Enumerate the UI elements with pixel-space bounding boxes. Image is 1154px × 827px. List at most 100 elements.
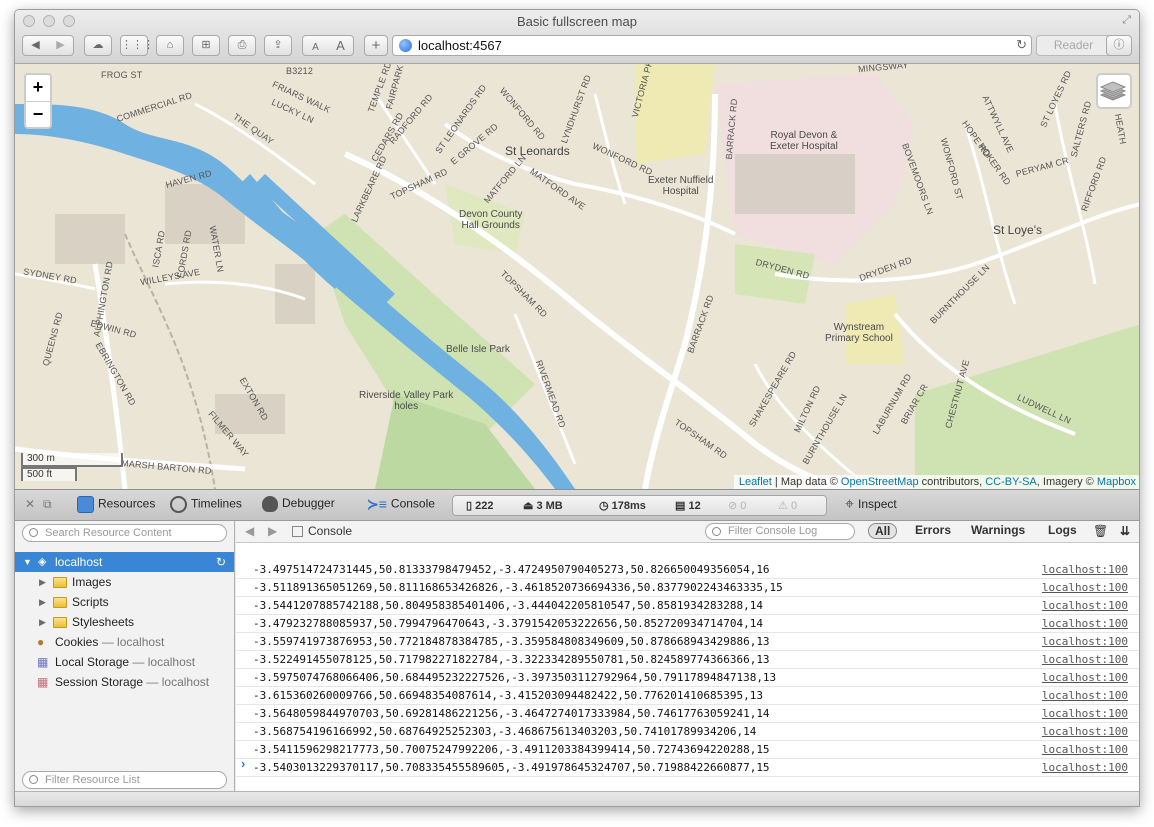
document-icon: ◈ bbox=[38, 556, 47, 568]
tab-resources[interactable]: Resources bbox=[77, 496, 155, 513]
leaflet-link[interactable]: Leaflet bbox=[739, 476, 772, 488]
home-button[interactable]: ⌂ bbox=[156, 35, 184, 56]
search-placeholder: Search Resource Content bbox=[45, 527, 172, 539]
back-icon[interactable]: ◀ bbox=[23, 36, 48, 55]
forward-icon[interactable]: ▶ bbox=[48, 36, 73, 55]
filter-logs-button[interactable]: Logs bbox=[1048, 523, 1077, 537]
log-source-link[interactable]: localhost:100 bbox=[1042, 705, 1128, 722]
layers-icon bbox=[1099, 81, 1127, 101]
tree-item-session-storage[interactable]: ▦ Session Storage — localhost bbox=[15, 672, 234, 692]
tree-item-label: Cookies bbox=[55, 635, 99, 649]
share-button[interactable]: ⇪ bbox=[264, 35, 292, 56]
reload-icon[interactable]: ↻ bbox=[1016, 37, 1027, 53]
document-icon: ▯ bbox=[466, 500, 473, 512]
place-label: St Leonards bbox=[505, 144, 570, 158]
osm-link[interactable]: OpenStreetMap bbox=[841, 476, 919, 488]
fullscreen-icon[interactable]: ⤢ bbox=[1122, 14, 1131, 27]
log-source-link[interactable]: localhost:100 bbox=[1042, 723, 1128, 740]
poi-label: Devon County Hall Grounds bbox=[459, 209, 523, 231]
reader-button[interactable]: Reader bbox=[1036, 35, 1111, 56]
scroll-down-icon[interactable]: ⇊ bbox=[1120, 524, 1130, 538]
log-source-link[interactable]: localhost:100 bbox=[1042, 669, 1128, 686]
tab-console[interactable]: ≻≡ Console bbox=[367, 496, 435, 513]
tab-debugger[interactable]: Debugger bbox=[262, 496, 335, 512]
road-label: FROG ST bbox=[101, 70, 143, 80]
license-link[interactable]: CC-BY-SA bbox=[985, 476, 1037, 488]
filter-placeholder: Filter Resource List bbox=[45, 774, 140, 786]
reload-icon[interactable]: ↻ bbox=[216, 552, 226, 572]
search-resource-input[interactable]: Search Resource Content bbox=[22, 524, 227, 542]
console-prompt[interactable]: › bbox=[241, 756, 245, 771]
log-source-link[interactable]: localhost:100 bbox=[1042, 759, 1128, 776]
log-source-link[interactable]: localhost:100 bbox=[1042, 579, 1128, 596]
disclosure-closed-icon[interactable]: ▶ bbox=[39, 572, 46, 592]
message-icon: ▤ bbox=[675, 500, 686, 512]
filter-warnings-button[interactable]: Warnings bbox=[971, 523, 1025, 537]
error-icon: ⊘ bbox=[728, 500, 738, 512]
log-message: -3.5411596298217773,50.70075247992206,-3… bbox=[253, 743, 770, 756]
database-icon: ▦ bbox=[37, 675, 49, 689]
globe-icon bbox=[399, 39, 412, 52]
mapbox-link[interactable]: Mapbox bbox=[1097, 476, 1136, 488]
top-sites-button[interactable]: ⋮⋮⋮ bbox=[120, 35, 154, 56]
tree-item-stylesheets[interactable]: ▶ Stylesheets bbox=[15, 612, 234, 632]
downloads-button[interactable]: ⓘ bbox=[1106, 35, 1132, 56]
zoom-in-button[interactable]: + bbox=[26, 75, 50, 101]
tab-timelines[interactable]: Timelines bbox=[170, 496, 242, 513]
log-source-link[interactable]: localhost:100 bbox=[1042, 633, 1128, 650]
tree-item-scripts[interactable]: ▶ Scripts bbox=[15, 592, 234, 612]
dashboard[interactable]: ▯ 222 ⏏ 3 MB ◷ 178ms ▤ 12 ⊘ 0 ⚠ 0 bbox=[452, 495, 827, 516]
console-panel: ◀ ▶ Console Filter Console Log All Error… bbox=[236, 521, 1139, 791]
tab-label: Resources bbox=[98, 496, 156, 511]
tree-item-images[interactable]: ▶ Images bbox=[15, 572, 234, 592]
add-bookmark-button[interactable]: ⊞ bbox=[192, 35, 220, 56]
tree-item-localhost[interactable]: ▼ ◈ localhost ↻ bbox=[15, 552, 234, 572]
filter-errors-button[interactable]: Errors bbox=[915, 523, 951, 537]
disclosure-closed-icon[interactable]: ▶ bbox=[39, 592, 46, 612]
console-log-row: -3.559741973876953,50.772184878384785,-3… bbox=[236, 633, 1139, 651]
resources-icon bbox=[77, 496, 94, 513]
clock-icon: ◷ bbox=[599, 500, 609, 512]
share-icon: ⇪ bbox=[273, 39, 283, 51]
log-source-link[interactable]: localhost:100 bbox=[1042, 561, 1128, 578]
filter-icon bbox=[29, 775, 38, 784]
filter-all-button[interactable]: All bbox=[868, 523, 898, 539]
log-message: -3.511891365051269,50.811168653426826,-3… bbox=[253, 581, 783, 594]
zoom-control: + − bbox=[24, 73, 52, 129]
forward-icon[interactable]: ▶ bbox=[268, 524, 277, 538]
console-log-row: -3.5648059844970703,50.69281486221256,-3… bbox=[236, 705, 1139, 723]
back-forward-buttons[interactable]: ◀ ▶ bbox=[22, 35, 74, 56]
log-source-link[interactable]: localhost:100 bbox=[1042, 741, 1128, 758]
zoom-out-button[interactable]: − bbox=[26, 101, 50, 127]
layers-control[interactable] bbox=[1096, 73, 1132, 109]
print-button[interactable]: ⎙ bbox=[228, 35, 256, 56]
dock-icon[interactable]: ⧉ bbox=[43, 497, 52, 512]
filter-resource-input[interactable]: Filter Resource List bbox=[22, 771, 227, 789]
text-smaller-button[interactable]: A bbox=[303, 38, 328, 57]
text-size-buttons[interactable]: AA bbox=[302, 35, 354, 56]
filter-console-input[interactable]: Filter Console Log bbox=[705, 523, 855, 540]
bookmark-add-icon: ⊞ bbox=[201, 39, 211, 51]
icloud-tabs-button[interactable]: ☁ bbox=[84, 35, 112, 56]
tree-item-local-storage[interactable]: ▦ Local Storage — localhost bbox=[15, 652, 234, 672]
text-larger-button[interactable]: A bbox=[328, 36, 353, 55]
log-source-link[interactable]: localhost:100 bbox=[1042, 615, 1128, 632]
window-title: Basic fullscreen map bbox=[517, 14, 637, 29]
disclosure-open-icon[interactable]: ▼ bbox=[23, 552, 32, 572]
tree-item-cookies[interactable]: ● Cookies — localhost bbox=[15, 632, 234, 652]
map-view[interactable]: St Leonards St Loye's Royal Devon & Exete… bbox=[15, 64, 1139, 489]
log-source-link[interactable]: localhost:100 bbox=[1042, 651, 1128, 668]
log-message: -3.615360260009766,50.66948354087614,-3.… bbox=[253, 689, 763, 702]
inspect-button[interactable]: ⌖ Inspect bbox=[845, 496, 897, 514]
browser-window: Basic fullscreen map ⤢ ◀ ▶ ☁ ⋮⋮⋮ ⌂ ⊞ ⎙ ⇪ … bbox=[14, 9, 1140, 807]
url-text[interactable]: localhost:4567 bbox=[418, 38, 502, 53]
close-inspector-icon[interactable]: ✕ bbox=[25, 497, 35, 511]
resources-sidebar: Search Resource Content ▼ ◈ localhost ↻ … bbox=[15, 521, 235, 791]
disclosure-closed-icon[interactable]: ▶ bbox=[39, 612, 46, 632]
new-tab-button[interactable]: + bbox=[364, 35, 388, 56]
address-bar[interactable]: localhost:4567 ↻ bbox=[392, 35, 1032, 56]
back-icon[interactable]: ◀ bbox=[245, 524, 254, 538]
log-source-link[interactable]: localhost:100 bbox=[1042, 597, 1128, 614]
trash-icon[interactable]: 🗑 bbox=[1093, 524, 1108, 538]
log-source-link[interactable]: localhost:100 bbox=[1042, 687, 1128, 704]
